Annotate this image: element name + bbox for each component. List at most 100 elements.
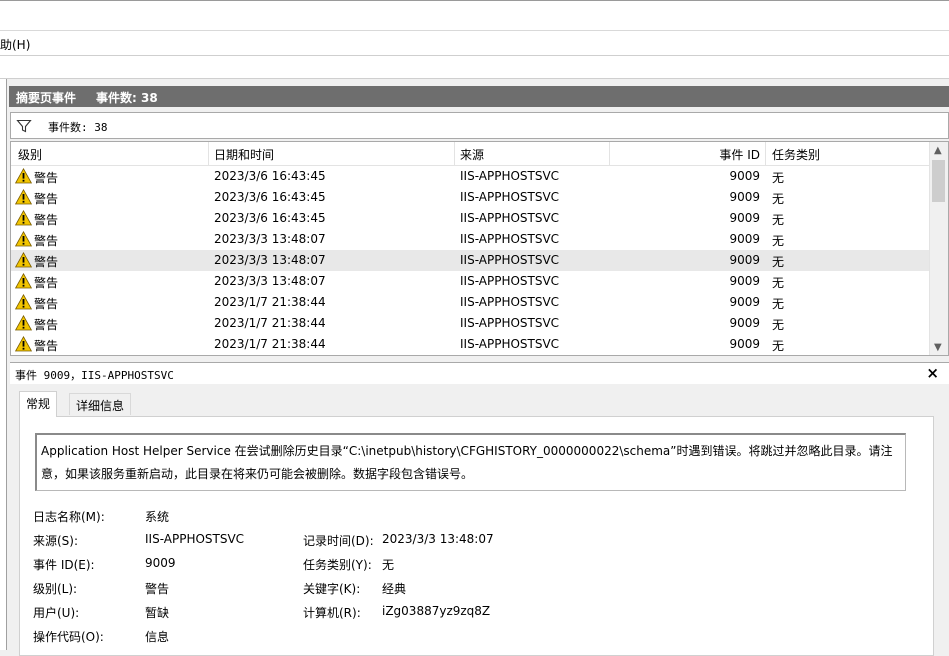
warning-icon	[15, 252, 32, 268]
row-source: IIS-APPHOSTSVC	[460, 295, 560, 309]
row-source: IIS-APPHOSTSVC	[460, 232, 560, 246]
log-name-label: 日志名称(M):	[33, 510, 105, 524]
table-row[interactable]: 警告 2023/3/3 13:48:07 IIS-APPHOSTSVC 9009 无	[11, 250, 929, 271]
console-tree-edge	[0, 79, 7, 650]
row-datetime: 2023/1/7 21:38:44	[214, 316, 326, 330]
row-source: IIS-APPHOSTSVC	[460, 316, 560, 330]
detail-title: 事件 9009，IIS-APPHOSTSVC	[15, 369, 174, 382]
row-source: IIS-APPHOSTSVC	[460, 211, 560, 225]
tab-general[interactable]: 常规	[19, 391, 58, 417]
row-event-id: 9009	[729, 211, 760, 225]
row-task: 无	[772, 339, 785, 353]
detail-header: 事件 9009，IIS-APPHOSTSVC ×	[10, 362, 949, 385]
row-task: 无	[772, 234, 785, 248]
row-event-id: 9009	[729, 295, 760, 309]
summary-count: 事件数: 38	[96, 91, 158, 105]
warning-icon	[15, 231, 32, 247]
table-row[interactable]: 警告 2023/3/6 16:43:45 IIS-APPHOSTSVC 9009 无	[11, 187, 929, 208]
task-category-label: 任务类别(Y):	[303, 558, 372, 572]
row-level: 警告	[34, 297, 59, 311]
row-datetime: 2023/3/6 16:43:45	[214, 169, 326, 183]
level-value: 警告	[145, 582, 170, 596]
filter-bar: 事件数: 38	[10, 112, 949, 139]
close-icon[interactable]: ×	[926, 364, 939, 382]
column-header-task[interactable]: 任务类别	[772, 146, 820, 163]
vertical-scrollbar[interactable]: ▲ ▼	[929, 142, 948, 355]
menu-help[interactable]: 助(H)	[0, 36, 30, 53]
warning-icon	[15, 273, 32, 289]
row-event-id: 9009	[729, 232, 760, 246]
row-event-id: 9009	[729, 274, 760, 288]
summary-header: 摘要页事件 事件数: 38	[9, 86, 949, 107]
table-row[interactable]: 警告 2023/1/7 21:38:44 IIS-APPHOSTSVC 9009 无	[11, 292, 929, 313]
menu-bar: 助(H)	[0, 31, 949, 56]
keywords-label: 关键字(K):	[303, 582, 361, 596]
source-value: IIS-APPHOSTSVC	[145, 532, 245, 546]
filter-count: 事件数: 38	[48, 121, 108, 134]
row-level: 警告	[34, 171, 59, 185]
table-row[interactable]: 警告 2023/1/7 21:38:44 IIS-APPHOSTSVC 9009 无	[11, 313, 929, 334]
row-source: IIS-APPHOSTSVC	[460, 190, 560, 204]
row-datetime: 2023/3/6 16:43:45	[214, 190, 326, 204]
logged-label: 记录时间(D):	[303, 534, 374, 548]
scroll-up-icon[interactable]: ▲	[934, 145, 942, 156]
row-event-id: 9009	[729, 337, 760, 351]
row-event-id: 9009	[729, 316, 760, 330]
title-bar	[0, 0, 949, 31]
opcode-value: 信息	[145, 630, 170, 644]
row-task: 无	[772, 276, 785, 290]
table-row[interactable]: 警告 2023/3/6 16:43:45 IIS-APPHOSTSVC 9009 无	[11, 208, 929, 229]
warning-icon	[15, 189, 32, 205]
row-datetime: 2023/1/7 21:38:44	[214, 337, 326, 351]
row-task: 无	[772, 171, 785, 185]
scroll-down-icon[interactable]: ▼	[934, 342, 942, 353]
warning-icon	[15, 168, 32, 184]
row-task: 无	[772, 213, 785, 227]
row-level: 警告	[34, 255, 59, 269]
row-task: 无	[772, 297, 785, 311]
column-header-source[interactable]: 来源	[460, 146, 484, 163]
table-row[interactable]: 警告 2023/3/3 13:48:07 IIS-APPHOSTSVC 9009 无	[11, 229, 929, 250]
warning-icon	[15, 315, 32, 331]
event-id-value: 9009	[145, 556, 176, 570]
table-row[interactable]: 警告 2023/3/3 13:48:07 IIS-APPHOSTSVC 9009 无	[11, 271, 929, 292]
computer-label: 计算机(R):	[303, 606, 361, 620]
table-header: 级别 日期和时间 来源 事件 ID 任务类别	[11, 142, 929, 166]
row-datetime: 2023/3/3 13:48:07	[214, 253, 326, 267]
event-message[interactable]: Application Host Helper Service 在尝试删除历史目…	[35, 433, 906, 491]
row-source: IIS-APPHOSTSVC	[460, 253, 560, 267]
row-datetime: 2023/3/6 16:43:45	[214, 211, 326, 225]
log-name-value: 系统	[145, 510, 170, 524]
column-header-event-id[interactable]: 事件 ID	[659, 146, 760, 163]
scroll-thumb[interactable]	[932, 160, 945, 202]
general-panel: Application Host Helper Service 在尝试删除历史目…	[19, 416, 934, 656]
warning-icon	[15, 336, 32, 352]
table-row[interactable]: 警告 2023/1/7 21:38:44 IIS-APPHOSTSVC 9009 无	[11, 334, 929, 355]
row-source: IIS-APPHOSTSVC	[460, 337, 560, 351]
task-category-value: 无	[382, 558, 395, 572]
level-label: 级别(L):	[33, 582, 78, 596]
row-level: 警告	[34, 213, 59, 227]
summary-title: 摘要页事件	[16, 91, 77, 105]
tab-details[interactable]: 详细信息	[69, 393, 132, 415]
row-level: 警告	[34, 276, 59, 290]
row-task: 无	[772, 192, 785, 206]
user-value: 暂缺	[145, 606, 170, 620]
row-task: 无	[772, 318, 785, 332]
logged-value: 2023/3/3 13:48:07	[382, 532, 494, 546]
row-task: 无	[772, 255, 785, 269]
table-rows: 警告 2023/3/6 16:43:45 IIS-APPHOSTSVC 9009 无警告…	[11, 166, 929, 355]
event-id-label: 事件 ID(E):	[33, 558, 95, 572]
row-datetime: 2023/3/3 13:48:07	[214, 274, 326, 288]
source-label: 来源(S):	[33, 534, 79, 548]
opcode-label: 操作代码(O):	[33, 630, 104, 644]
user-label: 用户(U):	[33, 606, 80, 620]
row-source: IIS-APPHOSTSVC	[460, 274, 560, 288]
filter-icon[interactable]	[16, 118, 32, 134]
computer-value: iZg03887yz9zq8Z	[382, 604, 491, 618]
column-header-level[interactable]: 级别	[18, 146, 42, 163]
events-table: 级别 日期和时间 来源 事件 ID 任务类别 警告 2023/3/6 16:43:…	[10, 141, 949, 356]
column-header-datetime[interactable]: 日期和时间	[214, 146, 274, 163]
warning-icon	[15, 210, 32, 226]
table-row[interactable]: 警告 2023/3/6 16:43:45 IIS-APPHOSTSVC 9009 无	[11, 166, 929, 187]
